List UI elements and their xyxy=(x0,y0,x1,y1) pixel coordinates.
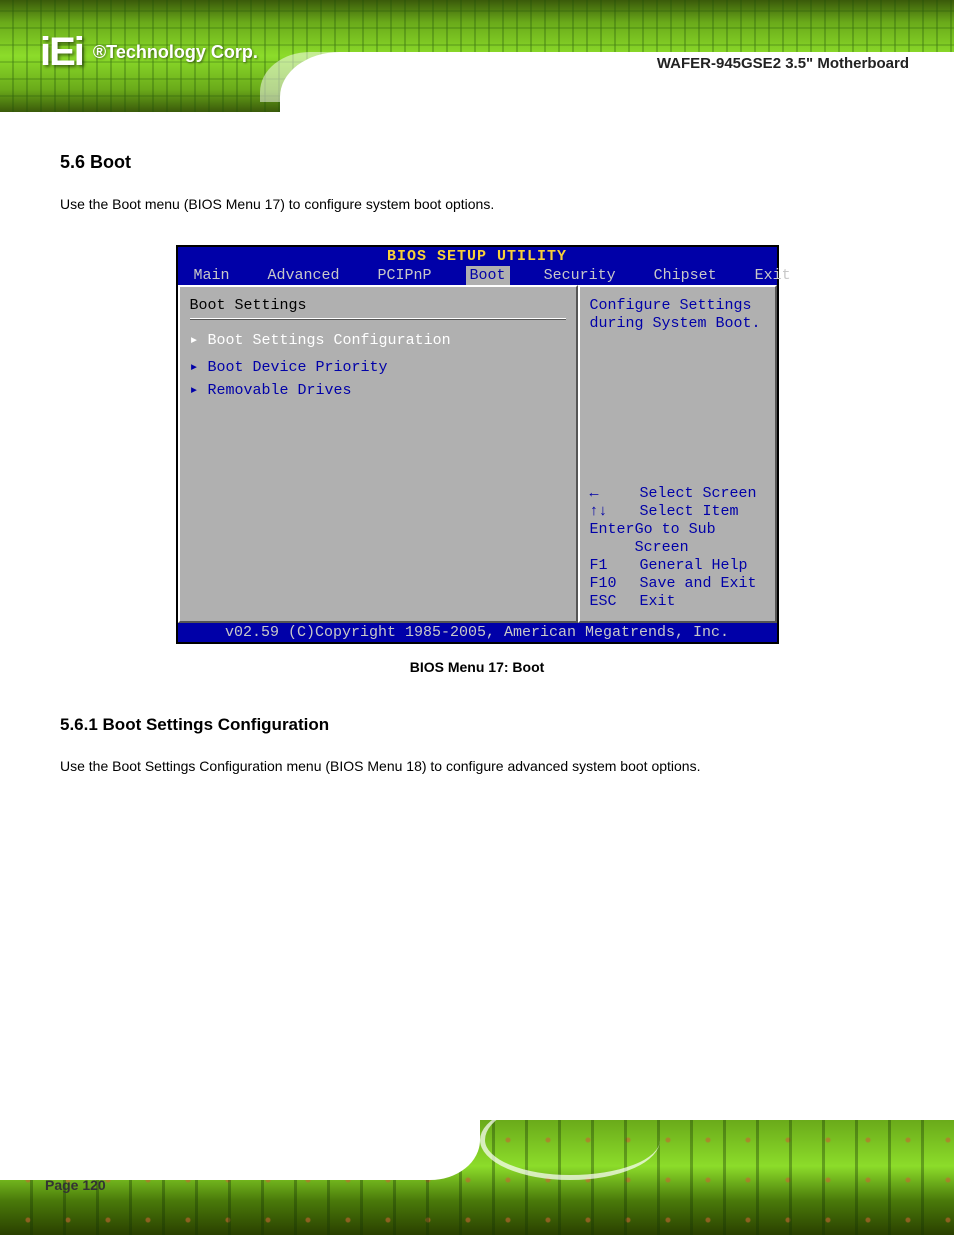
page-number: Page 120 xyxy=(45,1177,106,1193)
logo-tagline: ®Technology Corp. xyxy=(93,42,258,63)
wave-cutout-bottom xyxy=(0,1120,480,1180)
section-heading: 5.6 Boot xyxy=(60,152,894,173)
bios-key-row: F1General Help xyxy=(590,557,765,575)
section-intro: Use the Boot menu (BIOS Menu 17) to conf… xyxy=(60,193,894,215)
bios-item-boot-device-priority[interactable]: ▸ Boot Device Priority xyxy=(190,355,566,378)
subsection-heading: 5.6.1 Boot Settings Configuration xyxy=(60,715,894,735)
top-banner: iEi ®Technology Corp. WAFER-945GSE2 3.5"… xyxy=(0,0,954,112)
bios-help-text: Configure Settings during System Boot. xyxy=(590,297,765,333)
bios-tabs: Main Advanced PCIPnP Boot Security Chips… xyxy=(178,266,777,285)
logo-text: iEi xyxy=(40,30,83,75)
bios-tab-security[interactable]: Security xyxy=(540,266,620,285)
bios-main: Boot Settings ▸ Boot Settings Configurat… xyxy=(178,285,777,623)
logo-block: iEi ®Technology Corp. xyxy=(40,30,258,75)
key-action: Save and Exit xyxy=(640,575,757,593)
key-label: ESC xyxy=(590,593,640,611)
bios-separator xyxy=(190,318,566,320)
key-label: ← xyxy=(590,485,640,503)
bios-footer: v02.59 (C)Copyright 1985-2005, American … xyxy=(178,623,777,642)
key-label: ↑↓ xyxy=(590,503,640,521)
key-action: Go to Sub Screen xyxy=(635,521,765,557)
bios-key-row: ↑↓Select Item xyxy=(590,503,765,521)
key-action: Select Item xyxy=(640,503,739,521)
bios-key-legend: ←Select Screen ↑↓Select Item EnterGo to … xyxy=(590,485,765,611)
bios-screenshot: BIOS SETUP UTILITY Main Advanced PCIPnP … xyxy=(176,245,779,644)
figure-caption: BIOS Menu 17: Boot xyxy=(60,659,894,675)
key-label: F1 xyxy=(590,557,640,575)
bios-key-row: F10Save and Exit xyxy=(590,575,765,593)
bottom-banner xyxy=(0,1120,954,1235)
wave-arc-bottom xyxy=(480,1100,660,1180)
key-action: Select Screen xyxy=(640,485,757,503)
bios-item-removable-drives[interactable]: ▸ Removable Drives xyxy=(190,378,566,401)
bios-tab-chipset[interactable]: Chipset xyxy=(650,266,721,285)
product-title: WAFER-945GSE2 3.5" Motherboard xyxy=(657,55,909,72)
key-action: General Help xyxy=(640,557,748,575)
bios-tab-pcipnp[interactable]: PCIPnP xyxy=(374,266,436,285)
bios-right-panel: Configure Settings during System Boot. ←… xyxy=(578,285,777,623)
bios-key-row: EnterGo to Sub Screen xyxy=(590,521,765,557)
subsection-intro: Use the Boot Settings Configuration menu… xyxy=(60,755,894,777)
bios-tab-main[interactable]: Main xyxy=(190,266,234,285)
bios-title: BIOS SETUP UTILITY xyxy=(178,247,777,266)
bios-panel-title: Boot Settings xyxy=(190,297,566,318)
key-label: F10 xyxy=(590,575,640,593)
bios-key-row: ESCExit xyxy=(590,593,765,611)
key-action: Exit xyxy=(640,593,676,611)
key-label: Enter xyxy=(590,521,635,557)
bios-tab-exit[interactable]: Exit xyxy=(751,266,795,285)
bios-key-row: ←Select Screen xyxy=(590,485,765,503)
bios-item-boot-settings-config[interactable]: ▸ Boot Settings Configuration xyxy=(190,328,566,351)
bios-tab-advanced[interactable]: Advanced xyxy=(264,266,344,285)
document-body: 5.6 Boot Use the Boot menu (BIOS Menu 17… xyxy=(0,112,954,778)
bios-tab-boot[interactable]: Boot xyxy=(466,266,510,285)
bios-left-panel: Boot Settings ▸ Boot Settings Configurat… xyxy=(178,285,578,623)
